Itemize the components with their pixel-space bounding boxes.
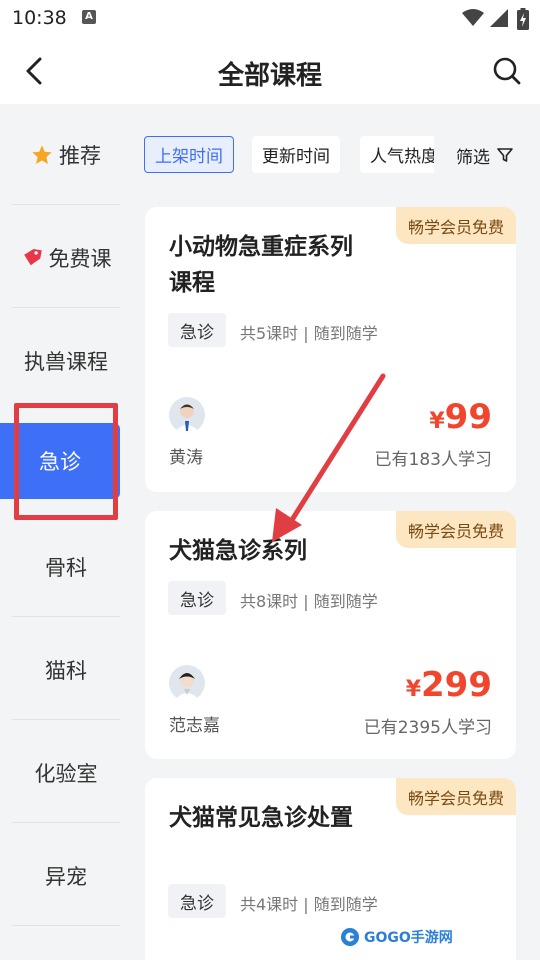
watermark: GOGO手游网 [340, 926, 453, 948]
gogo-logo-icon [341, 928, 359, 946]
watermark-text: GOGO手游网 [364, 930, 453, 946]
annotation-arrow [272, 373, 386, 542]
